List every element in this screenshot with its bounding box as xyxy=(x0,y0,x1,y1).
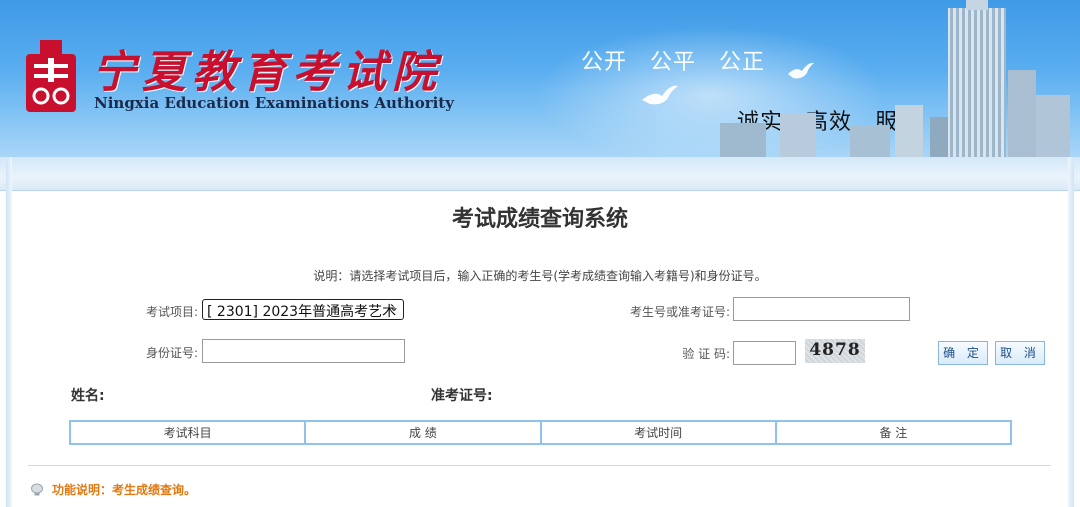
exam-item-label: 考试项目: xyxy=(145,305,198,319)
col-remark: 备 注 xyxy=(774,420,1013,445)
id-no-label: 身份证号: xyxy=(145,346,198,360)
org-name-cn: 宁夏教育考试院 xyxy=(92,47,442,98)
dove-icon xyxy=(788,62,814,79)
id-no-input[interactable] xyxy=(202,339,405,363)
site-banner: 宁夏教育考试院 Ningxia Education Examinations A… xyxy=(0,0,1080,157)
function-note-text: 功能说明：考生成绩查询。 xyxy=(52,483,197,497)
col-exam-time: 考试时间 xyxy=(539,420,777,445)
captcha-label: 验 证 码: xyxy=(682,347,730,361)
cancel-button[interactable]: 取 消 xyxy=(995,341,1045,365)
instruction-note: 说明：请选择考试项目后，输入正确的考生号(学考成绩查询输入考籍号)和身份证号。 xyxy=(313,269,767,283)
function-note: 功能说明：考生成绩查询。 xyxy=(30,481,196,498)
confirm-button[interactable]: 确 定 xyxy=(938,341,988,365)
seal-logo-icon xyxy=(26,40,76,112)
captcha-image[interactable]: 4878 xyxy=(805,339,865,363)
captcha-input[interactable] xyxy=(733,341,796,365)
table-header-row: 考试科目 成 绩 考试时间 备 注 xyxy=(68,420,1013,445)
nav-strip xyxy=(0,157,1080,191)
col-subject: 考试科目 xyxy=(68,420,307,445)
score-table: 考试科目 成 绩 考试时间 备 注 xyxy=(68,420,1013,445)
tower-building xyxy=(948,0,1036,157)
exam-item-selected-value: [ 2301] 2023年普通高考艺术 xyxy=(207,304,397,320)
candidate-no-input[interactable] xyxy=(733,297,910,321)
chevron-down-icon: ⌄ xyxy=(388,300,399,314)
col-score: 成 绩 xyxy=(304,420,542,445)
ticket-no-label: 准考证号: xyxy=(431,388,493,404)
org-name-en: Ningxia Education Examinations Authority xyxy=(94,94,454,112)
candidate-no-label: 考生号或准考证号: xyxy=(629,305,730,319)
name-label: 姓名: xyxy=(71,388,105,404)
lightbulb-icon xyxy=(31,483,43,496)
divider xyxy=(28,465,1051,466)
exam-item-select[interactable]: [ 2301] 2023年普通高考艺术 ⌄ xyxy=(202,299,404,320)
page-title: 考试成绩查询系统 xyxy=(451,207,628,232)
slogan-top: 公开 公平 公正 xyxy=(581,50,766,75)
dove-icon xyxy=(642,85,678,105)
